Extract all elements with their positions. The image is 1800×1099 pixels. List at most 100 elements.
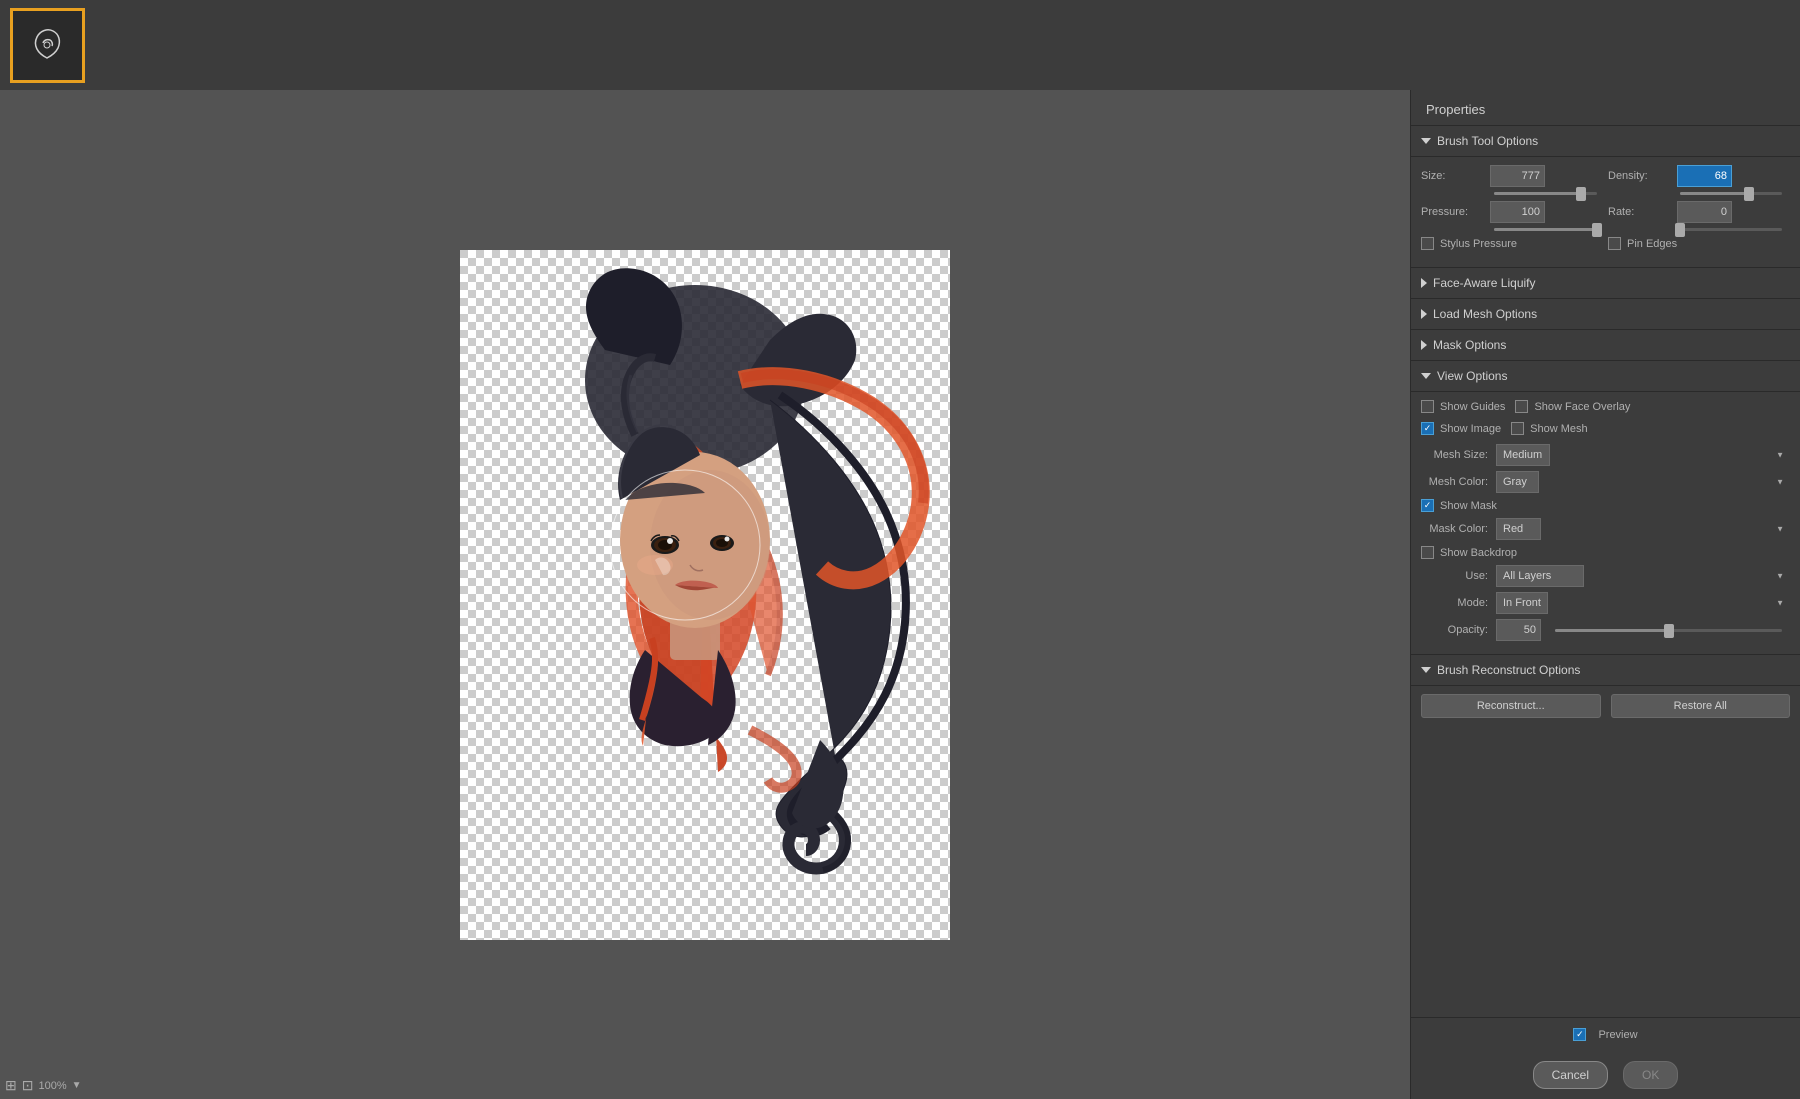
view-options-label: View Options <box>1437 369 1507 383</box>
opacity-slider-track[interactable] <box>1555 629 1782 632</box>
load-mesh-header[interactable]: Load Mesh Options <box>1411 299 1800 330</box>
face-aware-header[interactable]: Face-Aware Liquify <box>1411 268 1800 299</box>
restore-all-button[interactable]: Restore All <box>1611 694 1791 718</box>
size-group: Size: <box>1421 165 1603 187</box>
face-aware-label: Face-Aware Liquify <box>1433 276 1536 290</box>
opacity-input[interactable] <box>1496 619 1541 641</box>
stylus-pin-row: Stylus Pressure Pin Edges <box>1421 237 1790 254</box>
pressure-rate-slider-row <box>1421 228 1790 231</box>
show-mesh-checkbox[interactable] <box>1511 422 1524 435</box>
pin-edges-label: Pin Edges <box>1627 238 1677 250</box>
mask-color-select[interactable]: Red Green Blue White <box>1496 518 1541 540</box>
reconstruct-button[interactable]: Reconstruct... <box>1421 694 1601 718</box>
cancel-button[interactable]: Cancel <box>1533 1061 1608 1089</box>
show-face-overlay-label: Show Face Overlay <box>1534 401 1630 413</box>
artwork-svg <box>460 250 950 940</box>
size-density-row: Size: Density: <box>1421 165 1790 187</box>
ok-button[interactable]: OK <box>1623 1061 1678 1089</box>
pin-edges-checkbox[interactable] <box>1608 237 1621 250</box>
mode-select[interactable]: In Front Behind Blend <box>1496 592 1548 614</box>
tool-icon-box[interactable] <box>10 8 85 83</box>
brush-reconstruct-label: Brush Reconstruct Options <box>1437 663 1580 677</box>
show-backdrop-row: Show Backdrop <box>1421 546 1790 559</box>
stylus-pressure-label: Stylus Pressure <box>1440 238 1517 250</box>
load-mesh-triangle <box>1421 309 1427 319</box>
zoom-label: 100% <box>38 1080 66 1092</box>
show-image-checkbox[interactable] <box>1421 422 1434 435</box>
properties-panel: Properties Brush Tool Options Size: Dens… <box>1410 90 1800 1099</box>
panel-spacer <box>1411 726 1800 1017</box>
rate-label: Rate: <box>1608 206 1673 218</box>
stylus-pressure-checkbox[interactable] <box>1421 237 1434 250</box>
canvas-icon-2: ⊡ <box>22 1077 34 1094</box>
density-slider-track[interactable] <box>1680 192 1783 195</box>
size-slider-track[interactable] <box>1494 192 1597 195</box>
show-image-row: Show Image <box>1421 422 1501 435</box>
use-select[interactable]: All Layers Selected Layer <box>1496 565 1584 587</box>
rate-slider-track[interactable] <box>1680 228 1783 231</box>
brush-tool-options-label: Brush Tool Options <box>1437 134 1538 148</box>
show-face-overlay-checkbox[interactable] <box>1515 400 1528 413</box>
mesh-color-dropdown-wrapper: Red Gray Black White <box>1496 471 1790 493</box>
density-label: Density: <box>1608 170 1673 182</box>
panel-title: Properties <box>1411 90 1800 126</box>
show-mesh-row: Show Mesh <box>1511 422 1587 435</box>
view-options-content: Show Guides Show Face Overlay Show Image… <box>1411 392 1800 655</box>
show-mask-label: Show Mask <box>1440 500 1497 512</box>
mode-dropdown-wrapper: In Front Behind Blend <box>1496 592 1790 614</box>
mask-color-row: Mask Color: Red Green Blue White <box>1421 518 1790 540</box>
size-slider-row <box>1421 192 1790 195</box>
pressure-label: Pressure: <box>1421 206 1486 218</box>
view-options-triangle <box>1421 373 1431 379</box>
canvas-image <box>460 250 950 940</box>
show-face-overlay-row: Show Face Overlay <box>1515 400 1630 413</box>
show-mesh-label: Show Mesh <box>1530 423 1587 435</box>
show-backdrop-label: Show Backdrop <box>1440 547 1517 559</box>
view-options-header[interactable]: View Options <box>1411 361 1800 392</box>
preview-row: Preview <box>1573 1028 1637 1041</box>
use-label: Use: <box>1421 570 1496 582</box>
mask-color-label: Mask Color: <box>1421 523 1496 535</box>
show-image-label: Show Image <box>1440 423 1501 435</box>
size-input[interactable] <box>1490 165 1545 187</box>
use-row: Use: All Layers Selected Layer <box>1421 565 1790 587</box>
reconstruct-buttons-row: Reconstruct... Restore All <box>1411 686 1800 726</box>
canvas-wrapper <box>460 250 950 940</box>
top-bar <box>0 0 1800 90</box>
pressure-slider-track[interactable] <box>1494 228 1597 231</box>
canvas-status: ⊞ ⊡ 100% ▼ <box>5 1077 82 1094</box>
show-guides-checkbox[interactable] <box>1421 400 1434 413</box>
show-mask-row: Show Mask <box>1421 499 1790 512</box>
mesh-color-select[interactable]: Red Gray Black White <box>1496 471 1539 493</box>
brush-reconstruct-header[interactable]: Brush Reconstruct Options <box>1411 655 1800 686</box>
preview-checkbox[interactable] <box>1573 1028 1586 1041</box>
mesh-size-select[interactable]: Small Medium Large <box>1496 444 1550 466</box>
zoom-dropdown-icon[interactable]: ▼ <box>72 1080 82 1091</box>
mesh-size-label: Mesh Size: <box>1421 449 1496 461</box>
brush-reconstruct-triangle <box>1421 667 1431 673</box>
mask-options-header[interactable]: Mask Options <box>1411 330 1800 361</box>
density-input[interactable] <box>1677 165 1732 187</box>
pin-edges-row: Pin Edges <box>1608 237 1790 250</box>
mask-color-dropdown-wrapper: Red Green Blue White <box>1496 518 1790 540</box>
pressure-input[interactable] <box>1490 201 1545 223</box>
preview-label: Preview <box>1598 1029 1637 1041</box>
show-guides-row: Show Guides <box>1421 400 1505 413</box>
preview-section: Preview <box>1411 1017 1800 1051</box>
main-content: ⊞ ⊡ 100% ▼ Properties Brush Tool Options… <box>0 90 1800 1099</box>
image-mesh-row: Show Image Show Mesh <box>1421 422 1790 439</box>
canvas-icon-1: ⊞ <box>5 1077 17 1094</box>
load-mesh-label: Load Mesh Options <box>1433 307 1537 321</box>
show-mask-checkbox[interactable] <box>1421 499 1434 512</box>
brush-tool-options-header[interactable]: Brush Tool Options <box>1411 126 1800 157</box>
stylus-pressure-row: Stylus Pressure <box>1421 237 1603 250</box>
guides-face-overlay-row: Show Guides Show Face Overlay <box>1421 400 1790 417</box>
dialog-buttons: Cancel OK <box>1411 1051 1800 1099</box>
show-backdrop-checkbox[interactable] <box>1421 546 1434 559</box>
show-guides-label: Show Guides <box>1440 401 1505 413</box>
size-label: Size: <box>1421 170 1486 182</box>
mode-row: Mode: In Front Behind Blend <box>1421 592 1790 614</box>
rate-input[interactable] <box>1677 201 1732 223</box>
mode-label: Mode: <box>1421 597 1496 609</box>
pressure-group: Pressure: <box>1421 201 1603 223</box>
